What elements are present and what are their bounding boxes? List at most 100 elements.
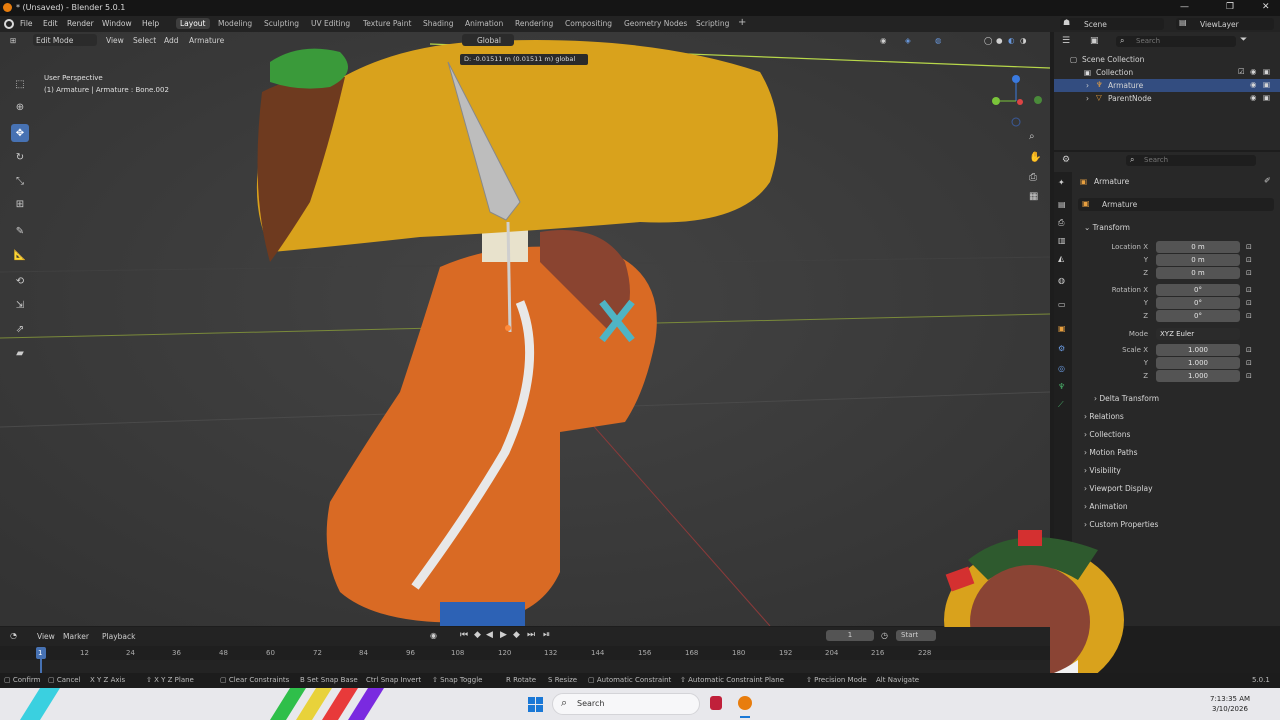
tab-shading[interactable]: Shading bbox=[419, 18, 457, 29]
viewport-menu-select[interactable]: Select bbox=[133, 36, 156, 45]
camera-icon[interactable]: ▣ bbox=[1263, 80, 1270, 89]
tab-uv-editing[interactable]: UV Editing bbox=[307, 18, 354, 29]
rotation-mode-dropdown[interactable]: XYZ Euler bbox=[1156, 328, 1240, 340]
lock-icon[interactable]: ⊡ bbox=[1246, 359, 1252, 367]
play-icon[interactable]: ▶ bbox=[500, 630, 507, 640]
tab-texture-paint[interactable]: Texture Paint bbox=[359, 18, 415, 29]
transform-section-header[interactable]: ⌄ Transform bbox=[1084, 223, 1130, 232]
section-delta-transform[interactable]: › Delta Transform bbox=[1094, 394, 1159, 403]
physics-tab-icon[interactable]: ◎ bbox=[1058, 364, 1065, 373]
menu-file[interactable]: File bbox=[20, 19, 33, 28]
perspective-toggle-icon[interactable]: ▦ bbox=[1029, 191, 1038, 202]
camera-icon[interactable]: ▣ bbox=[1263, 67, 1270, 76]
scale-z-field[interactable]: 1.000 bbox=[1156, 370, 1240, 382]
start-frame-field[interactable]: Start bbox=[896, 630, 936, 641]
minimize-button[interactable]: — bbox=[1180, 2, 1189, 12]
clock-time[interactable]: 7:13:35 AM bbox=[1210, 695, 1250, 703]
xray-icon[interactable]: ◍ bbox=[935, 36, 942, 45]
prev-keyframe-icon[interactable]: ◆ bbox=[474, 630, 481, 640]
properties-search[interactable]: ⌕ Search bbox=[1126, 155, 1256, 166]
object-datablock-field[interactable]: ▣ Armature bbox=[1078, 198, 1274, 211]
eye-icon[interactable]: ◉ bbox=[1250, 93, 1257, 102]
outliner-scene-collection[interactable]: ▢ Scene Collection bbox=[1054, 53, 1280, 66]
timeline-menu-view[interactable]: View bbox=[37, 632, 55, 641]
menu-help[interactable]: Help bbox=[142, 19, 159, 28]
transform-tool-icon[interactable]: ⊞ bbox=[11, 195, 29, 213]
lock-icon[interactable]: ⊡ bbox=[1246, 286, 1252, 294]
view-layer-selector[interactable]: ▤ ViewLayer bbox=[1176, 18, 1274, 30]
section-visibility[interactable]: › Visibility bbox=[1084, 466, 1121, 475]
annotate-tool-icon[interactable]: ✎ bbox=[11, 222, 29, 240]
blender-menu-icon[interactable] bbox=[4, 19, 14, 29]
collection-tab-icon[interactable]: ▭ bbox=[1058, 300, 1066, 309]
cursor-tool-icon[interactable]: ⊕ bbox=[11, 98, 29, 116]
world-tab-icon[interactable]: ◍ bbox=[1058, 276, 1065, 285]
timeline-ruler[interactable] bbox=[0, 646, 1050, 660]
play-reverse-icon[interactable]: ◀ bbox=[486, 630, 493, 640]
clock-date[interactable]: 3/10/2026 bbox=[1212, 705, 1248, 713]
mode-selector[interactable]: Edit Mode bbox=[33, 34, 97, 46]
lock-icon[interactable]: ⊡ bbox=[1246, 372, 1252, 380]
zoom-icon[interactable]: ⌕ bbox=[1029, 131, 1035, 142]
bone-size-tool-icon[interactable]: ⇲ bbox=[11, 296, 29, 314]
tab-compositing[interactable]: Compositing bbox=[561, 18, 616, 29]
camera-icon[interactable]: ▣ bbox=[1263, 93, 1270, 102]
jump-start-icon[interactable]: ⏮ bbox=[460, 630, 468, 640]
lock-icon[interactable]: ⊡ bbox=[1246, 269, 1252, 277]
lock-icon[interactable]: ⊡ bbox=[1246, 256, 1252, 264]
outliner-collection[interactable]: ▣ Collection ☑ ◉ ▣ bbox=[1054, 66, 1280, 79]
select-box-tool-icon[interactable]: ⬚ bbox=[11, 75, 29, 93]
orientation-selector[interactable]: Global bbox=[462, 34, 514, 46]
scene-selector[interactable]: ☗ Scene bbox=[1060, 18, 1164, 30]
next-keyframe-icon[interactable]: ◆ bbox=[513, 630, 520, 640]
timeline-editor-icon[interactable]: ◔ bbox=[10, 631, 17, 640]
expand-chevron-icon[interactable]: › bbox=[1086, 81, 1089, 90]
outliner-item-parentnode[interactable]: › ▽ ParentNode ◉ ▣ bbox=[1054, 92, 1280, 105]
rotation-z-field[interactable]: 0° bbox=[1156, 310, 1240, 322]
lock-icon[interactable]: ⊡ bbox=[1246, 312, 1252, 320]
lock-icon[interactable]: ⊡ bbox=[1246, 299, 1252, 307]
data-tab-icon[interactable]: ♆ bbox=[1058, 382, 1065, 391]
section-viewport-display[interactable]: › Viewport Display bbox=[1084, 484, 1153, 493]
move-tool-icon[interactable]: ✥ bbox=[11, 124, 29, 142]
pan-hand-icon[interactable]: ✋ bbox=[1029, 152, 1041, 163]
eye-icon[interactable]: ◉ bbox=[1250, 80, 1257, 89]
view-layer-tab-icon[interactable]: ▥ bbox=[1058, 236, 1066, 245]
lock-icon[interactable]: ⊡ bbox=[1246, 346, 1252, 354]
lock-icon[interactable]: ⊡ bbox=[1246, 243, 1252, 251]
windows-start-icon[interactable] bbox=[528, 697, 543, 712]
camera-view-icon[interactable]: ⎙ bbox=[1029, 172, 1037, 183]
section-relations[interactable]: › Relations bbox=[1084, 412, 1124, 421]
measure-tool-icon[interactable]: 📐 bbox=[11, 246, 29, 264]
editor-type-icon[interactable]: ⊞ bbox=[10, 36, 16, 45]
rotation-x-field[interactable]: 0° bbox=[1156, 284, 1240, 296]
skip-icon[interactable]: ⏯ bbox=[543, 630, 550, 640]
properties-editor-icon[interactable]: ⚙ bbox=[1062, 155, 1070, 165]
wireframe-shading-icon[interactable]: ◯ bbox=[984, 36, 992, 45]
overlay-icon[interactable]: ◈ bbox=[905, 36, 911, 45]
bone-tab-icon[interactable]: ⟋ bbox=[1058, 400, 1064, 410]
tab-rendering[interactable]: Rendering bbox=[511, 18, 557, 29]
render-tab-icon[interactable]: ▤ bbox=[1058, 200, 1066, 209]
outliner-editor-icon[interactable]: ☰ bbox=[1062, 36, 1070, 46]
checkbox-icon[interactable]: ☑ bbox=[1238, 67, 1245, 76]
current-frame-field[interactable]: 1 bbox=[826, 630, 874, 641]
section-animation[interactable]: › Animation bbox=[1084, 502, 1128, 511]
pin-icon[interactable]: ✐ bbox=[1264, 176, 1271, 185]
location-y-field[interactable]: 0 m bbox=[1156, 254, 1240, 266]
rotation-y-field[interactable]: 0° bbox=[1156, 297, 1240, 309]
tab-sculpting[interactable]: Sculpting bbox=[260, 18, 303, 29]
scene-tab-icon[interactable]: ◭ bbox=[1058, 254, 1064, 263]
rotate-tool-icon[interactable]: ↻ bbox=[11, 148, 29, 166]
taskbar-app-icon[interactable] bbox=[710, 696, 722, 710]
viewport-menu-view[interactable]: View bbox=[106, 36, 124, 45]
scale-tool-icon[interactable]: ⤡ bbox=[11, 172, 29, 190]
menu-edit[interactable]: Edit bbox=[43, 19, 58, 28]
tab-geometry-nodes[interactable]: Geometry Nodes bbox=[620, 18, 691, 29]
roll-tool-icon[interactable]: ⟲ bbox=[11, 272, 29, 290]
object-tab-icon[interactable]: ▣ bbox=[1058, 324, 1066, 333]
viewport-menu-add[interactable]: Add bbox=[164, 36, 179, 45]
location-z-field[interactable]: 0 m bbox=[1156, 267, 1240, 279]
outliner-search[interactable]: ⌕ Search bbox=[1116, 36, 1236, 47]
output-tab-icon[interactable]: ⎙ bbox=[1058, 218, 1064, 228]
